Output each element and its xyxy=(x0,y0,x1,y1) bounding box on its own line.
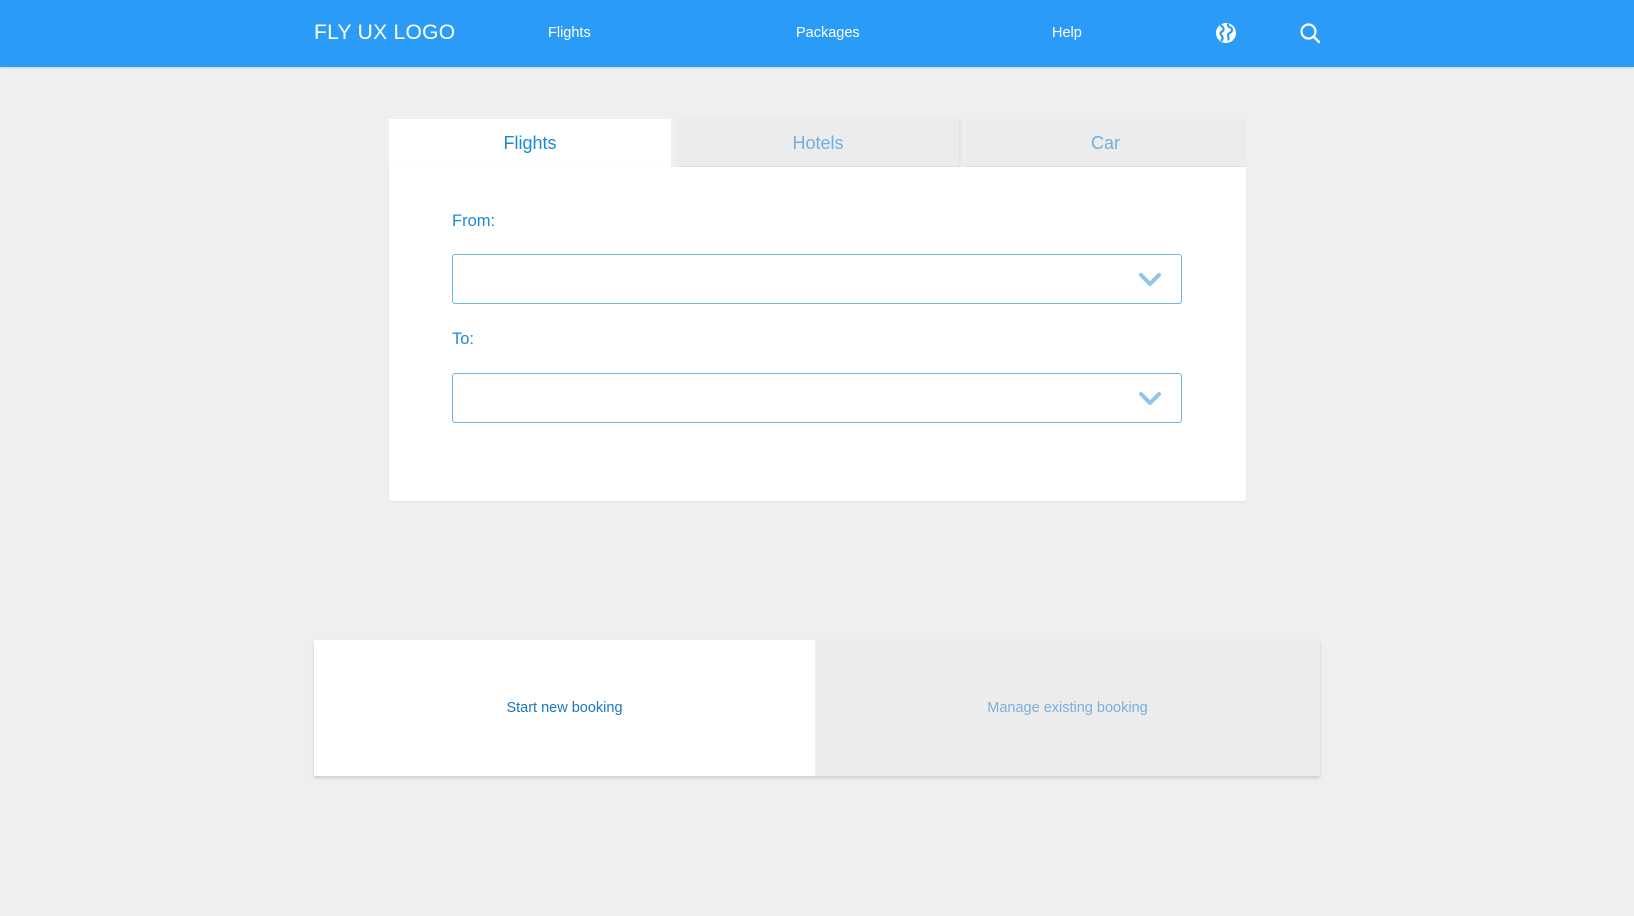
tab-flights[interactable]: Flights xyxy=(389,119,671,167)
tab-hotels[interactable]: Hotels xyxy=(677,119,959,167)
globe-icon[interactable] xyxy=(1215,22,1237,44)
logo[interactable]: FLY UX LOGO xyxy=(314,21,455,45)
start-new-booking-button[interactable]: Start new booking xyxy=(314,640,815,776)
to-dropdown[interactable] xyxy=(452,373,1182,423)
booking-options-panel: Start new booking Manage existing bookin… xyxy=(314,640,1320,776)
manage-existing-booking-button[interactable]: Manage existing booking xyxy=(815,640,1320,776)
to-label: To: xyxy=(452,330,475,348)
chevron-down-icon xyxy=(1138,391,1162,407)
top-nav-bar: FLY UX LOGO Flights Packages Help xyxy=(0,0,1634,67)
flight-search-card xyxy=(389,167,1246,501)
nav-link-flights[interactable]: Flights xyxy=(548,25,591,41)
chevron-down-icon xyxy=(1138,272,1162,288)
search-icon[interactable] xyxy=(1299,22,1321,44)
from-dropdown[interactable] xyxy=(452,254,1182,304)
tab-car[interactable]: Car xyxy=(965,119,1246,167)
nav-link-packages[interactable]: Packages xyxy=(796,25,860,41)
from-label: From: xyxy=(452,212,496,230)
nav-link-help[interactable]: Help xyxy=(1052,25,1082,41)
